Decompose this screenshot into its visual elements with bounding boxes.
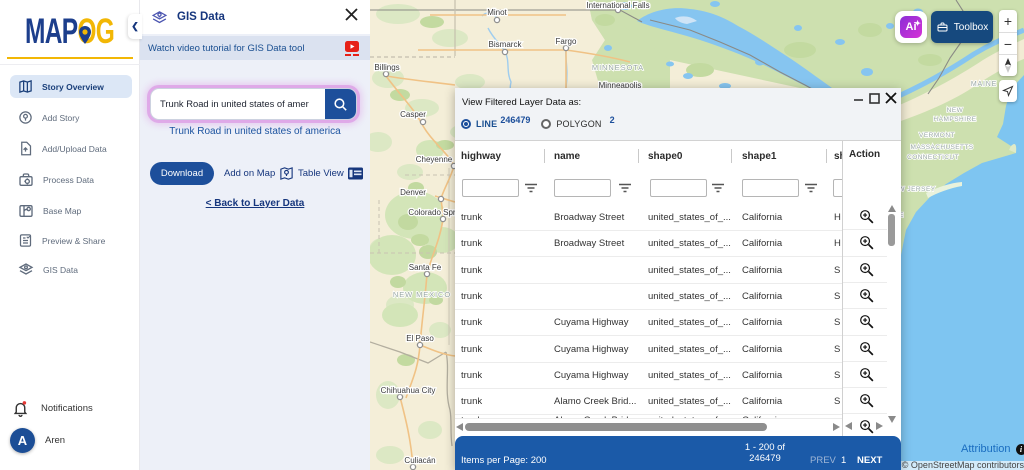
svg-text:Bismarck: Bismarck xyxy=(489,40,523,49)
svg-text:NEW MEXICO: NEW MEXICO xyxy=(393,290,451,299)
svg-text:VERMONT: VERMONT xyxy=(919,132,955,139)
svg-text:El Paso: El Paso xyxy=(406,334,434,343)
svg-text:Culiacán: Culiacán xyxy=(404,456,435,465)
svg-text:Denver: Denver xyxy=(400,188,426,197)
svg-text:MASSACHUSETTS: MASSACHUSETTS xyxy=(911,144,974,151)
svg-text:Cheyenne: Cheyenne xyxy=(416,155,453,164)
svg-text:Santa Fe: Santa Fe xyxy=(409,263,442,272)
svg-text:Fargo: Fargo xyxy=(556,37,577,46)
svg-text:NEW: NEW xyxy=(947,107,964,114)
svg-text:International Falls: International Falls xyxy=(586,1,649,10)
svg-text:HAMPSHIRE: HAMPSHIRE xyxy=(933,116,976,123)
svg-text:Colorado Spr: Colorado Spr xyxy=(408,208,455,217)
svg-text:Chihuahua City: Chihuahua City xyxy=(381,386,436,395)
svg-text:MINNESOTA: MINNESOTA xyxy=(592,63,644,72)
svg-text:Minot: Minot xyxy=(487,8,507,17)
svg-text:Billings: Billings xyxy=(374,63,399,72)
svg-text:Casper: Casper xyxy=(400,110,426,119)
svg-text:MAINE: MAINE xyxy=(971,81,997,88)
svg-text:CONNECTICUT: CONNECTICUT xyxy=(907,154,959,161)
